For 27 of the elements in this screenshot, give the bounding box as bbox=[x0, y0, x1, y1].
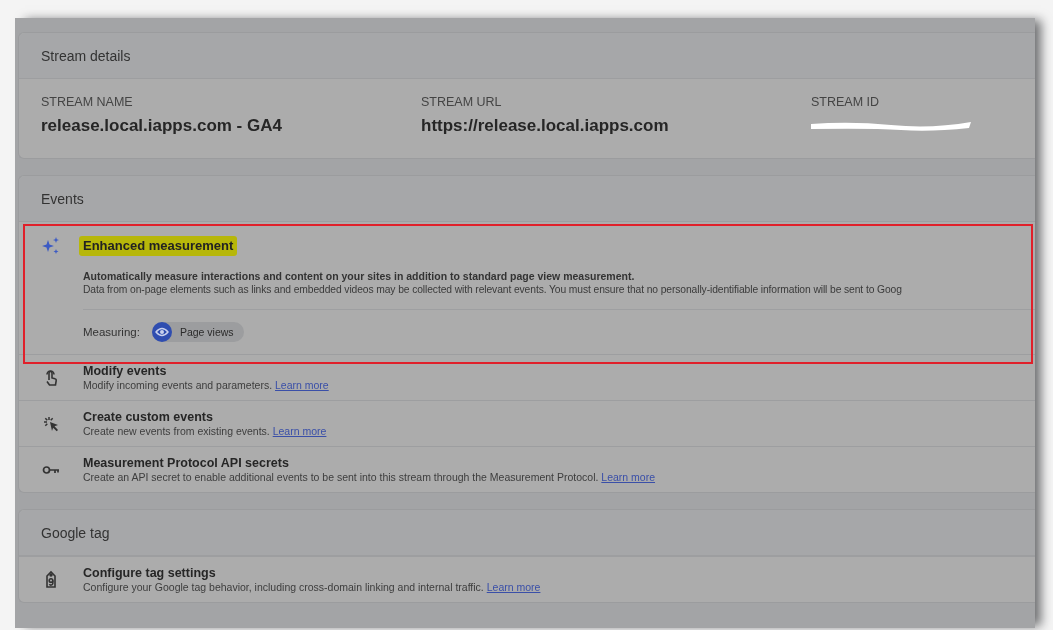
page-views-chip: Page views bbox=[151, 322, 244, 342]
learn-more-link[interactable]: Learn more bbox=[275, 379, 329, 391]
row-title[interactable]: Measurement Protocol API secrets bbox=[83, 456, 655, 470]
card-title: Events bbox=[19, 176, 1035, 222]
row-description: Create an API secret to enable additional events to be sent into this stream through the Measurement Protocol. Learn more bbox=[83, 471, 655, 483]
row-description: Create new events from existing events. Learn more bbox=[83, 425, 327, 437]
field-label: STREAM ID bbox=[811, 95, 881, 109]
row-description: Configure your Google tag behavior, including cross-domain linking and internal traffic. Learn more bbox=[83, 581, 541, 593]
summary-text: Automatically measure interactions and content on your sites in addition to standard page view measurement. bbox=[83, 270, 636, 282]
detail-text: Data from on-page elements such as links and embedded videos may be collected with relevant events. You must ensure that no personally-identifiable information will be sent to Goog bbox=[83, 284, 903, 295]
measuring-label: Measuring: bbox=[83, 326, 140, 338]
sparkle-icon bbox=[41, 236, 61, 256]
field-value: https://release.local.iapps.com bbox=[421, 116, 670, 136]
card-title: Google tag bbox=[19, 510, 1035, 556]
row-title[interactable]: Create custom events bbox=[83, 410, 327, 424]
learn-more-link[interactable]: Learn more bbox=[601, 471, 655, 483]
field-label: STREAM NAME bbox=[41, 95, 134, 109]
field-value: release.local.iapps.com - GA4 bbox=[41, 116, 283, 136]
enhanced-measurement-title[interactable]: Enhanced measurement bbox=[79, 236, 238, 256]
learn-more-link[interactable]: Learn more bbox=[272, 425, 327, 437]
row-title[interactable]: Modify events bbox=[83, 364, 329, 378]
eye-icon bbox=[151, 322, 172, 342]
row-title[interactable]: Configure tag settings bbox=[83, 566, 541, 580]
learn-more-link[interactable]: Learn more bbox=[486, 581, 541, 593]
field-label: STREAM URL bbox=[421, 95, 503, 109]
card-title: Stream details bbox=[19, 33, 1035, 79]
row-description: Modify incoming events and parameters. Learn more bbox=[83, 379, 329, 391]
